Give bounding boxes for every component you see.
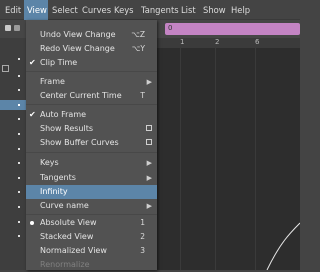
row-marker xyxy=(18,104,20,106)
menu-item-clip-time[interactable]: ✔ Clip Time xyxy=(26,56,157,70)
row-marker xyxy=(18,148,20,150)
row-marker xyxy=(18,89,20,91)
menu-list[interactable]: List xyxy=(178,0,198,20)
menu-item-redo-view-change[interactable]: Redo View Change ⌥Y xyxy=(26,42,157,56)
menu-separator xyxy=(26,71,157,72)
row-marker xyxy=(18,221,20,223)
row-marker xyxy=(18,235,20,237)
checkmark-icon: ✔ xyxy=(29,110,36,119)
row-marker xyxy=(18,58,20,60)
menu-item-shortcut: ⌥Y xyxy=(131,44,145,53)
menu-item-label: Undo View Change xyxy=(40,30,116,39)
curve-plot xyxy=(266,222,300,270)
timeline-bar[interactable]: 0 xyxy=(165,23,300,35)
menu-item-label: Auto Frame xyxy=(40,110,87,119)
move-tool-icon[interactable] xyxy=(5,25,11,31)
menu-item-label: Redo View Change xyxy=(40,44,115,53)
menu-item-label: Keys xyxy=(40,158,59,167)
menu-keys[interactable]: Keys xyxy=(111,0,135,20)
menu-item-keys[interactable]: Keys ▶ xyxy=(26,156,157,170)
menu-item-label: Show Buffer Curves xyxy=(40,138,119,147)
menu-item-curve-name[interactable]: Curve name ▶ xyxy=(26,199,157,213)
menu-item-shortcut: T xyxy=(140,91,145,100)
menu-item-label: Show Results xyxy=(40,124,94,133)
row-marker xyxy=(18,162,20,164)
menu-tangents[interactable]: Tangents xyxy=(138,0,179,20)
row-marker xyxy=(18,191,20,193)
menu-select[interactable]: Select xyxy=(49,0,78,20)
menu-item-shortcut: ⌥Z xyxy=(131,30,145,39)
menu-help[interactable]: Help xyxy=(228,0,250,20)
menu-item-show-results[interactable]: Show Results xyxy=(26,122,157,136)
menu-separator xyxy=(26,104,157,105)
menu-separator xyxy=(26,152,157,153)
menu-item-show-buffer-curves[interactable]: Show Buffer Curves xyxy=(26,136,157,150)
animation-curve xyxy=(266,222,300,270)
option-box-icon[interactable] xyxy=(146,139,152,145)
menu-item-label: Center Current Time xyxy=(40,91,122,100)
submenu-arrow-icon: ▶ xyxy=(146,202,152,210)
outliner-strip xyxy=(0,38,26,270)
row-marker xyxy=(18,118,20,120)
menu-item-shortcut: 2 xyxy=(140,232,145,241)
menu-item-label: Frame xyxy=(40,77,65,86)
menu-item-center-current-time[interactable]: Center Current Time T xyxy=(26,89,157,103)
row-marker xyxy=(18,206,20,208)
checkmark-icon: ✔ xyxy=(29,58,36,67)
menu-item-undo-view-change[interactable]: Undo View Change ⌥Z xyxy=(26,28,157,42)
outliner-toggle-icon[interactable] xyxy=(2,65,9,72)
menu-item-label: Clip Time xyxy=(40,58,78,67)
menu-show[interactable]: Show xyxy=(200,0,226,20)
row-marker xyxy=(18,75,20,77)
submenu-arrow-icon: ▶ xyxy=(146,159,152,167)
menu-item-normalized-view[interactable]: Normalized View 3 xyxy=(26,244,157,258)
menu-item-infinity[interactable]: Infinity xyxy=(26,185,157,199)
submenu-arrow-icon: ▶ xyxy=(146,78,152,86)
menu-view[interactable]: View xyxy=(24,0,48,20)
menu-separator xyxy=(26,214,157,215)
radio-selected-icon xyxy=(30,221,34,225)
menu-item-label: Infinity xyxy=(40,187,68,196)
menu-item-label: Curve name xyxy=(40,201,89,210)
menu-item-label: Stacked View xyxy=(40,232,94,241)
menu-bar: Edit View Select Curves Keys Tangents Li… xyxy=(0,0,300,20)
outliner-selected-row[interactable] xyxy=(0,100,26,110)
timeline-value: 0 xyxy=(168,24,173,32)
row-marker xyxy=(18,177,20,179)
menu-item-shortcut: 1 xyxy=(140,218,145,227)
row-marker xyxy=(18,133,20,135)
menu-edit[interactable]: Edit xyxy=(2,0,24,20)
submenu-arrow-icon: ▶ xyxy=(146,174,152,182)
view-dropdown-menu: Undo View Change ⌥Z Redo View Change ⌥Y … xyxy=(26,20,157,270)
menu-curves[interactable]: Curves xyxy=(79,0,111,20)
menu-item-auto-frame[interactable]: ✔ Auto Frame xyxy=(26,108,157,122)
menu-item-label: Tangents xyxy=(40,173,76,182)
menu-item-stacked-view[interactable]: Stacked View 2 xyxy=(26,230,157,244)
menu-item-label: Absolute View xyxy=(40,218,97,227)
menu-item-frame[interactable]: Frame ▶ xyxy=(26,75,157,89)
insert-key-icon[interactable] xyxy=(14,25,20,31)
menu-item-tangents[interactable]: Tangents ▶ xyxy=(26,171,157,185)
menu-item-absolute-view[interactable]: Absolute View 1 xyxy=(26,216,157,230)
menu-item-shortcut: 3 xyxy=(140,246,145,255)
option-box-icon[interactable] xyxy=(146,125,152,131)
menu-item-label: Normalized View xyxy=(40,246,107,255)
